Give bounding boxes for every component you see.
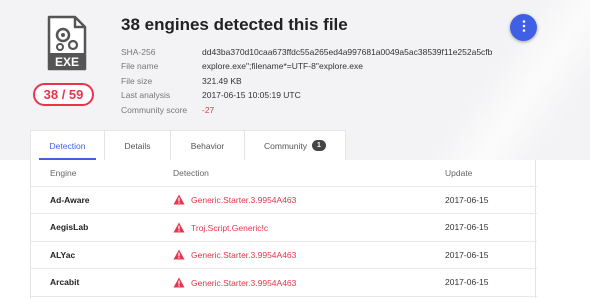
detection-name: Generic.Starter.3.9954A463 [191,250,297,261]
more-options-button[interactable] [510,14,537,41]
sha256-value[interactable]: dd43ba370d10caa673ffdc55a265ed4a997681a0… [202,45,492,59]
warning-icon [173,194,185,205]
update-date: 2017-06-15 [426,186,537,214]
score-detected: 38 [43,87,59,102]
community-count-badge: 1 [311,140,326,151]
detection-cell: Generic.Starter.3.9954A463 [154,268,426,297]
engine-name: Ad-Aware [31,186,154,214]
update-date: 2017-06-15 [426,241,537,269]
engine-name: Arcabit [31,268,154,297]
column-update: Update [426,160,537,187]
report-tabs: Detection Details Behavior Community 1 [30,130,346,160]
tab-label: Community [264,140,307,151]
page-title: 38 engines detected this file [121,15,348,34]
detection-score-badge: 38 / 59 [33,83,94,106]
file-metadata: SHA-256 dd43ba370d10caa673ffdc55a265ed4a… [121,45,492,117]
score-total: 59 [68,87,84,102]
tab-label: Detection [49,140,86,151]
file-type-label: EXE [55,55,79,69]
meta-row-filename: File name explore.exe";filename*=UTF-8''… [121,59,492,73]
meta-row-sha256: SHA-256 dd43ba370d10caa673ffdc55a265ed4a… [121,45,492,59]
update-date: 2017-06-15 [426,213,537,242]
engine-name: AegisLab [31,213,154,242]
meta-label: Last analysis [121,90,171,101]
tab-details[interactable]: Details [105,131,171,160]
meta-label: Community score [121,104,188,115]
detection-panel: Engine Detection Update Ad-Aware Generic… [30,160,537,298]
detection-name: Generic.Starter.3.9954A463 [191,277,297,288]
tab-behavior[interactable]: Behavior [171,131,245,160]
filesize-value: 321.49 KB [202,75,242,86]
table-row: AegisLab Troj.Script.Generic!c 2017-06-1… [31,213,537,242]
meta-row-community-score: Community score -27 [121,103,492,117]
more-vertical-icon [522,20,525,32]
engine-name: ALYac [31,241,154,269]
meta-label: File size [121,75,153,86]
detection-cell: Generic.Starter.3.9954A463 [154,241,426,269]
meta-row-last-analysis: Last analysis 2017-06-15 10:05:19 UTC [121,88,492,102]
exe-file-icon: EXE [47,15,87,71]
meta-label: SHA-256 [121,47,156,57]
filename-value: explore.exe";filename*=UTF-8''explore.ex… [202,61,363,72]
meta-row-filesize: File size 321.49 KB [121,74,492,88]
score-separator: / [58,87,69,102]
table-row: Arcabit Generic.Starter.3.9954A463 2017-… [31,268,537,297]
detection-cell: Generic.Starter.3.9954A463 [154,186,426,214]
warning-icon [173,222,185,233]
column-detection: Detection [154,160,426,187]
detection-name: Generic.Starter.3.9954A463 [191,195,297,206]
table-header-row: Engine Detection Update [31,160,537,187]
community-score-value: -27 [202,104,215,115]
tab-label: Behavior [190,140,225,151]
update-date: 2017-06-15 [426,268,537,297]
tab-label: Details [124,140,151,151]
warning-icon [173,249,185,260]
warning-icon [173,277,185,288]
detection-cell: Troj.Script.Generic!c [154,213,426,242]
column-engine: Engine [31,160,154,187]
tab-community[interactable]: Community 1 [245,131,345,160]
table-row: Ad-Aware Generic.Starter.3.9954A463 2017… [31,186,537,214]
last-analysis-value: 2017-06-15 10:05:19 UTC [202,90,301,101]
tab-detection[interactable]: Detection [31,131,105,160]
table-row: ALYac Generic.Starter.3.9954A463 2017-06… [31,241,537,269]
detection-table: Engine Detection Update Ad-Aware Generic… [31,160,537,297]
detection-name: Troj.Script.Generic!c [191,222,269,233]
meta-label: File name [121,61,159,72]
